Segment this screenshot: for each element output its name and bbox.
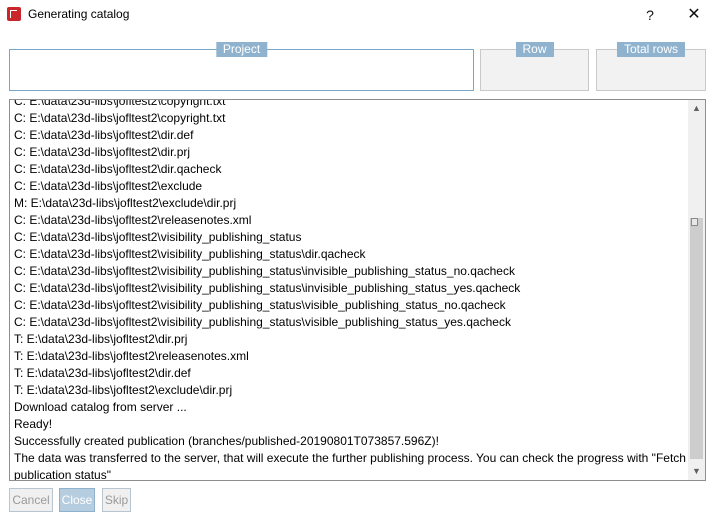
log-line: T: E:\data\23d-libs\jofltest2\dir.def (14, 366, 191, 380)
log-line: C: E:\data\23d-libs\jofltest2\visibility… (14, 281, 521, 295)
scroll-down-icon[interactable]: ▼ (688, 463, 705, 480)
close-button[interactable]: Close (59, 488, 95, 512)
log-line: T: E:\data\23d-libs\jofltest2\dir.prj (14, 332, 188, 346)
close-window-icon[interactable]: ✕ (682, 4, 706, 26)
title-bar: Generating catalog ? ✕ (0, 0, 716, 30)
log-line: Download catalog from server ... (14, 400, 187, 414)
vertical-scrollbar[interactable]: ▲ ▼ (688, 100, 705, 480)
skip-button[interactable]: Skip (102, 488, 131, 512)
window-title: Generating catalog (28, 7, 130, 21)
thumb-grip-icon (691, 218, 698, 226)
log-line: C: E:\data\23d-libs\jofltest2\releasenot… (14, 213, 252, 227)
log-line: C: E:\data\23d-libs\jofltest2\dir.prj (14, 145, 191, 159)
log-line: C: E:\data\23d-libs\jofltest2\copyright.… (14, 99, 226, 108)
log-line: C: E:\data\23d-libs\jofltest2\copyright.… (14, 111, 226, 125)
total-rows-label: Total rows (616, 42, 686, 57)
log-line: C: E:\data\23d-libs\jofltest2\visibility… (14, 315, 511, 329)
cancel-button[interactable]: Cancel (9, 488, 53, 512)
help-button[interactable]: ? (638, 4, 662, 26)
row-label: Row (515, 42, 554, 57)
log-line: C: E:\data\23d-libs\jofltest2\visibility… (14, 230, 302, 244)
log-line: T: E:\data\23d-libs\jofltest2\releasenot… (14, 349, 249, 363)
app-icon (7, 7, 21, 21)
log-line: Successfully created publication (branch… (14, 434, 439, 448)
project-group: Project (9, 42, 474, 91)
row-group: Row (480, 42, 589, 91)
log-line: The data was transferred to the server, … (14, 451, 686, 481)
log-line: C: E:\data\23d-libs\jofltest2\exclude (14, 179, 203, 193)
log-line: C: E:\data\23d-libs\jofltest2\visibility… (14, 264, 515, 278)
log-line: M: E:\data\23d-libs\jofltest2\exclude\di… (14, 196, 237, 210)
log-output[interactable]: C: E:\data\23d-libs\jofltest2\copyright.… (9, 99, 706, 481)
total-rows-group: Total rows (596, 42, 706, 91)
log-line: C: E:\data\23d-libs\jofltest2\visibility… (14, 247, 366, 261)
project-label: Project (215, 42, 268, 57)
log-line: Ready! (14, 417, 53, 431)
log-line: C: E:\data\23d-libs\jofltest2\visibility… (14, 298, 506, 312)
log-line: T: E:\data\23d-libs\jofltest2\exclude\di… (14, 383, 233, 397)
log-line: C: E:\data\23d-libs\jofltest2\dir.qachec… (14, 162, 222, 176)
log-content: C: E:\data\23d-libs\jofltest2\copyright.… (14, 99, 687, 481)
log-line: C: E:\data\23d-libs\jofltest2\dir.def (14, 128, 194, 142)
scroll-up-icon[interactable]: ▲ (688, 100, 705, 117)
scroll-thumb[interactable] (690, 218, 703, 459)
